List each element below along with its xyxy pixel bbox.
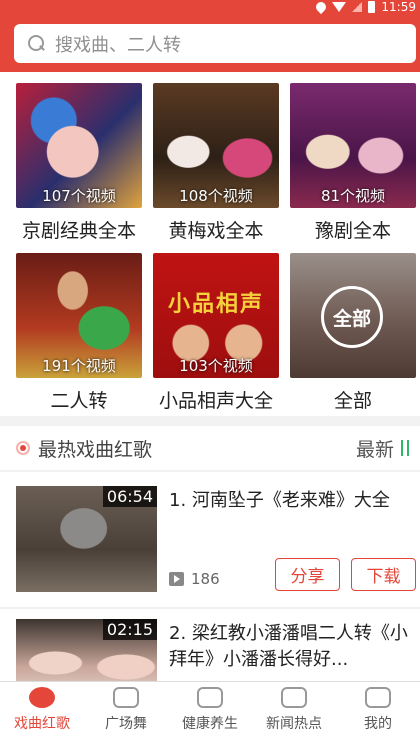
category-label: 小品相声大全 — [158, 390, 273, 412]
category-label: 黄梅戏全本 — [168, 220, 264, 242]
category-all[interactable]: 全部 全部 — [290, 253, 416, 413]
category-xiaopin-xiangsheng[interactable]: 小品相声 103个视频 小品相声大全 — [153, 253, 279, 413]
video-thumbnail[interactable]: 02:15 — [16, 619, 157, 681]
category-label: 二人转 — [50, 390, 108, 412]
sort-icon[interactable] — [398, 438, 412, 458]
signal-icon — [352, 2, 363, 12]
news-icon — [281, 687, 307, 708]
category-thumbnail: 108个视频 — [153, 83, 279, 208]
category-label: 京剧经典全本 — [21, 220, 136, 242]
video-count: 107个视频 — [42, 187, 116, 205]
nav-opera[interactable]: 戏曲红歌 — [0, 682, 84, 733]
category-thumbnail: 81个视频 — [290, 83, 416, 208]
video-count: 191个视频 — [42, 357, 116, 375]
video-title[interactable]: 1. 河南坠子《老来难》大全 — [169, 488, 413, 514]
category-jingju[interactable]: 107个视频 京剧经典全本 — [16, 83, 142, 243]
video-duration: 02:15 — [102, 619, 157, 640]
play-icon — [169, 572, 184, 586]
video-count: 81个视频 — [320, 187, 386, 205]
category-thumbnail: 全部 — [290, 253, 416, 378]
category-thumbnail: 小品相声 103个视频 — [153, 253, 279, 378]
battery-icon — [368, 1, 376, 13]
status-bar: 11:59 — [260, 0, 420, 15]
bowl-icon — [197, 687, 223, 708]
download-button[interactable]: 下载 — [351, 558, 416, 591]
video-duration: 06:54 — [102, 486, 157, 507]
nav-news[interactable]: 新闻热点 — [252, 682, 336, 733]
sort-latest-button[interactable]: 最新 — [356, 435, 394, 462]
wifi-icon — [332, 2, 347, 12]
opera-icon — [29, 687, 55, 708]
video-title[interactable]: 2. 梁红教小潘潘唱二人转《小拜年》小潘潘长得好... — [169, 621, 413, 677]
category-errenzhuan[interactable]: 191个视频 二人转 — [16, 253, 142, 413]
nav-mine[interactable]: 我的 — [336, 682, 420, 733]
nav-health[interactable]: 健康养生 — [168, 682, 252, 733]
app-header: 11:59 搜戏曲、二人转 — [0, 0, 420, 72]
poster-text: 小品相声 — [167, 292, 264, 317]
all-badge: 全部 — [321, 286, 383, 348]
bottom-nav: 戏曲红歌 广场舞 健康养生 新闻热点 我的 — [0, 681, 420, 733]
video-item[interactable]: 02:15 2. 梁红教小潘潘唱二人转《小拜年》小潘潘长得好... — [0, 609, 420, 681]
video-item[interactable]: 06:54 1. 河南坠子《老来难》大全 186 分享 下载 — [0, 472, 420, 607]
category-thumbnail: 107个视频 — [16, 83, 142, 208]
section-header: 最热戏曲红歌 最新 — [0, 426, 420, 470]
nav-label: 健康养生 — [182, 716, 238, 732]
video-count: 103个视频 — [179, 357, 253, 375]
category-yuju[interactable]: 81个视频 豫剧全本 — [290, 83, 416, 243]
category-huangmeixi[interactable]: 108个视频 黄梅戏全本 — [153, 83, 279, 243]
user-icon — [365, 687, 391, 708]
nav-label: 新闻热点 — [266, 716, 322, 732]
search-bar[interactable]: 搜戏曲、二人转 — [14, 24, 416, 63]
video-thumbnail[interactable]: 06:54 — [16, 486, 157, 592]
category-grid: 107个视频 京剧经典全本 108个视频 黄梅戏全本 81个视频 豫剧全本 19… — [0, 72, 420, 416]
search-input[interactable]: 搜戏曲、二人转 — [55, 31, 181, 57]
search-icon — [28, 35, 45, 52]
nav-label: 广场舞 — [105, 716, 147, 732]
category-label: 全部 — [333, 390, 372, 412]
location-icon — [314, 0, 329, 15]
video-count: 108个视频 — [179, 187, 253, 205]
nav-square-dance[interactable]: 广场舞 — [84, 682, 168, 733]
share-button[interactable]: 分享 — [275, 558, 340, 591]
record-icon — [16, 441, 30, 455]
category-thumbnail: 191个视频 — [16, 253, 142, 378]
status-time: 11:59 — [381, 0, 416, 14]
category-label: 豫剧全本 — [314, 220, 391, 242]
nav-label: 戏曲红歌 — [14, 716, 70, 732]
nav-label: 我的 — [364, 716, 392, 732]
play-count-value: 186 — [191, 570, 220, 588]
play-count: 186 — [169, 570, 220, 588]
section-title: 最热戏曲红歌 — [38, 438, 153, 461]
dance-icon — [113, 687, 139, 708]
